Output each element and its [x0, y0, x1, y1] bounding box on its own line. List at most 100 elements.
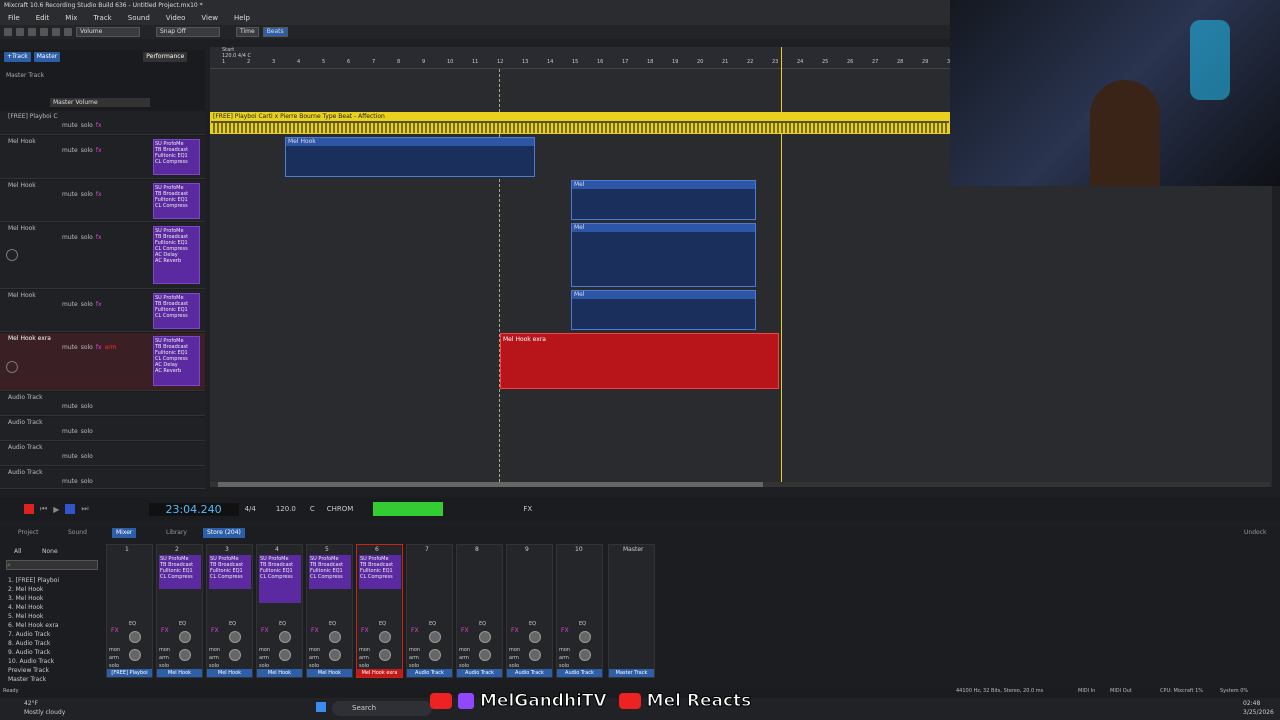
fx-button[interactable]: fx — [96, 344, 102, 351]
menu-mix[interactable]: Mix — [57, 11, 85, 25]
undock-button[interactable]: Undock — [1240, 528, 1270, 538]
menu-help[interactable]: Help — [226, 11, 258, 25]
volume-knob[interactable] — [179, 649, 191, 661]
menu-sound[interactable]: Sound — [120, 11, 158, 25]
time-display[interactable]: 23:04.240 — [148, 502, 239, 516]
select-none-button[interactable]: None — [42, 548, 58, 555]
track-row[interactable]: Audio Track mute solo — [0, 417, 205, 441]
monitor-button[interactable]: mon — [459, 647, 470, 653]
master-fx-button[interactable]: FX — [523, 505, 532, 513]
monitor-button[interactable]: mon — [209, 647, 220, 653]
list-item[interactable]: 10. Audio Track — [8, 657, 98, 666]
volume-knob[interactable] — [379, 649, 391, 661]
track-name[interactable]: Mel Hook — [8, 225, 36, 232]
monitor-button[interactable]: mon — [109, 647, 120, 653]
monitor-button[interactable]: mon — [559, 647, 570, 653]
volume-knob[interactable] — [479, 649, 491, 661]
fx-chain[interactable]: SU ProfoMe TB Broadcast Fulltonic EQ1 CL Co… — [153, 183, 200, 219]
tab-store[interactable]: Store (204) — [203, 528, 245, 538]
strip-fx-button[interactable]: FX — [211, 627, 219, 634]
list-item[interactable]: 7. Audio Track — [8, 630, 98, 639]
mixer-strip[interactable]: 10 FX EQ mon arm solo Audio Track — [556, 544, 603, 678]
strip-fx[interactable]: SU ProfoMe TB Broadcast Fulltonic EQ1 CL Co… — [259, 555, 301, 603]
pan-knob[interactable] — [329, 631, 341, 643]
list-item[interactable]: 4. Mel Hook — [8, 603, 98, 612]
fx-button[interactable]: fx — [96, 122, 102, 129]
strip-fx-button[interactable]: FX — [261, 627, 269, 634]
stop-button[interactable] — [65, 504, 76, 514]
track-name[interactable]: [FREE] Playboi C — [8, 113, 58, 120]
pan-knob[interactable] — [529, 631, 541, 643]
list-item[interactable]: 8. Audio Track — [8, 639, 98, 648]
key-display[interactable]: C — [310, 505, 315, 513]
mute-button[interactable]: mute — [62, 478, 78, 485]
monitor-button[interactable]: mon — [159, 647, 170, 653]
list-item[interactable]: Preview Track — [8, 666, 98, 675]
track-row[interactable]: Mel Hook mute solo fx SU ProfoMe TB Broadca… — [0, 136, 205, 179]
track-row[interactable]: Mel Hook mute solo fx SU ProfoMe TB Broadca… — [0, 223, 205, 289]
arm-button[interactable]: arm — [309, 655, 319, 661]
track-name[interactable]: Mel Hook — [8, 182, 36, 189]
pan-knob[interactable] — [379, 631, 391, 643]
tempo-display[interactable]: 120.0 — [276, 505, 296, 513]
time-signature[interactable]: 4/4 — [245, 505, 256, 513]
arm-button[interactable]: arm — [259, 655, 269, 661]
fx-chain[interactable]: SU ProfoMe TB Broadcast Fulltonic EQ1 CL Co… — [153, 139, 200, 175]
fx-chain[interactable]: SU ProfoMe TB Broadcast Fulltonic EQ1 CL Co… — [153, 226, 200, 284]
mute-button[interactable]: mute — [62, 147, 78, 154]
strip-fx-button[interactable]: FX — [461, 627, 469, 634]
record-button[interactable] — [24, 504, 34, 514]
arm-button[interactable]: arm — [159, 655, 169, 661]
mel-clip-group[interactable]: Mel — [571, 180, 756, 220]
menu-video[interactable]: Video — [158, 11, 194, 25]
mixer-strip[interactable]: 9 FX EQ mon arm solo Audio Track — [506, 544, 553, 678]
mixer-strip[interactable]: 1 FX EQ mon arm solo [FREE] Playboi — [106, 544, 153, 678]
zoom-icon[interactable] — [64, 28, 72, 36]
mute-button[interactable]: mute — [62, 453, 78, 460]
taskbar-search[interactable]: Search — [332, 701, 432, 716]
menu-view[interactable]: View — [193, 11, 226, 25]
solo-button[interactable]: solo — [81, 147, 93, 154]
monitor-button[interactable]: mon — [259, 647, 270, 653]
volume-knob[interactable] — [329, 649, 341, 661]
arm-button[interactable]: arm — [105, 344, 117, 351]
mute-button[interactable]: mute — [62, 191, 78, 198]
open-icon[interactable] — [16, 28, 24, 36]
strip-fx-button[interactable]: FX — [411, 627, 419, 634]
track-name[interactable]: Audio Track — [8, 394, 43, 401]
mute-button[interactable]: mute — [62, 428, 78, 435]
arm-button[interactable]: arm — [509, 655, 519, 661]
mute-button[interactable]: mute — [62, 234, 78, 241]
mixer-strip[interactable]: 6 SU ProfoMe TB Broadcast Fulltonic EQ1 CL C… — [356, 544, 403, 678]
forward-icon[interactable]: ⏭ — [81, 504, 88, 514]
solo-button[interactable]: solo — [81, 191, 93, 198]
strip-fx-button[interactable]: FX — [511, 627, 519, 634]
solo-button[interactable]: solo — [81, 122, 93, 129]
track-row[interactable]: Mel Hook mute solo fx SU ProfoMe TB Broadca… — [0, 180, 205, 222]
solo-button[interactable]: solo — [81, 301, 93, 308]
list-item[interactable]: 9. Audio Track — [8, 648, 98, 657]
pan-knob[interactable] — [579, 631, 591, 643]
mute-button[interactable]: mute — [62, 403, 78, 410]
track-row-selected[interactable]: Mel Hook exra mute solo fx arm SU ProfoMe TB… — [0, 333, 205, 391]
tab-sound[interactable]: Sound — [64, 528, 91, 538]
save-icon[interactable] — [28, 28, 36, 36]
strip-fx[interactable]: SU ProfoMe TB Broadcast Fulltonic EQ1 CL Co… — [309, 555, 351, 589]
menu-edit[interactable]: Edit — [28, 11, 58, 25]
list-item[interactable]: 6. Mel Hook exra — [8, 621, 98, 630]
fx-button[interactable]: fx — [96, 301, 102, 308]
view-select[interactable]: Volume — [76, 27, 140, 37]
menu-file[interactable]: File — [0, 11, 28, 25]
rewind-icon[interactable]: ⏮ — [40, 504, 47, 514]
arm-button[interactable]: arm — [359, 655, 369, 661]
search-input[interactable]: ⌕ — [6, 560, 98, 570]
fx-button[interactable]: fx — [96, 147, 102, 154]
mixer-strip[interactable]: 2 SU ProfoMe TB Broadcast Fulltonic EQ1 CL C… — [156, 544, 203, 678]
hook-clip[interactable]: Mel Hook — [285, 137, 535, 177]
track-name[interactable]: Mel Hook exra — [8, 335, 51, 342]
solo-button[interactable]: solo — [81, 234, 93, 241]
new-icon[interactable] — [4, 28, 12, 36]
play-icon[interactable]: ▶ — [53, 505, 59, 514]
monitor-button[interactable]: mon — [509, 647, 520, 653]
track-row[interactable]: Audio Track mute solo — [0, 467, 205, 489]
